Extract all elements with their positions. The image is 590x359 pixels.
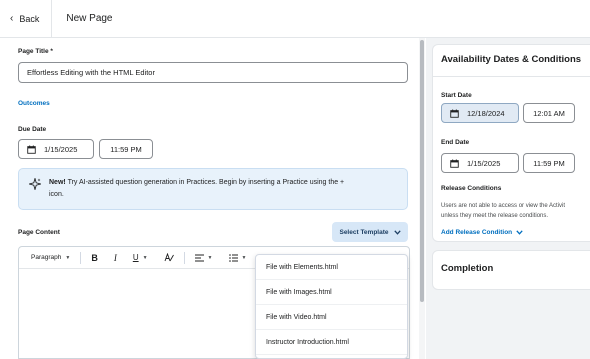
add-release-condition-button[interactable]: Add Release Condition	[441, 229, 523, 236]
template-option[interactable]: File with Video.html	[256, 305, 407, 330]
chevron-down-icon	[393, 229, 401, 235]
due-date-input[interactable]: 1/15/2025	[18, 139, 94, 159]
template-option[interactable]: File with Images.html	[256, 280, 407, 305]
title-label: Page Title *	[18, 48, 53, 55]
chevron-down-icon	[516, 230, 523, 235]
release-conditions-text: Users are not able to access or view the…	[441, 203, 566, 219]
underline-button[interactable]: U ▼	[127, 249, 154, 267]
back-label: Back	[19, 13, 40, 24]
completion-title: Completion	[441, 263, 494, 274]
title-input[interactable]: Effortless Editing with the HTML Editor	[18, 62, 408, 83]
scrollbar-thumb[interactable]	[420, 40, 424, 302]
alert-new-badge: New!	[49, 179, 66, 186]
due-date-label: Due Date	[18, 126, 47, 133]
paragraph-format-dropdown[interactable]: Paragraph ▼	[25, 249, 76, 267]
end-time-input[interactable]: 11:59 PM	[523, 153, 575, 173]
due-time-input[interactable]: 11:59 PM	[99, 139, 153, 159]
calendar-icon	[450, 158, 459, 168]
start-time-input[interactable]: 12:01 AM	[523, 103, 575, 123]
divider	[433, 76, 590, 77]
alert-text: Try AI-assisted question generation in P…	[67, 179, 345, 186]
toolbar-divider	[183, 251, 185, 264]
page-content-label: Page Content	[18, 229, 60, 236]
calendar-icon	[27, 144, 36, 154]
align-dropdown[interactable]: ▼	[189, 249, 219, 267]
page: ‹ Back New Page Page Title * Effortless …	[0, 0, 590, 359]
start-date-label: Start Date	[441, 92, 472, 99]
list-dropdown[interactable]: ▼	[223, 249, 253, 267]
template-dropdown: File with Elements.html File with Images…	[255, 254, 408, 359]
end-date-label: End Date	[441, 139, 470, 146]
scrollbar[interactable]	[419, 38, 425, 359]
calendar-icon	[450, 108, 459, 118]
toolbar-divider	[80, 251, 82, 264]
start-date-input[interactable]: 12/18/2024	[441, 103, 519, 123]
align-left-icon	[194, 254, 204, 261]
bold-button[interactable]: B	[85, 249, 104, 267]
side-panel: Availability Dates & Conditions Start Da…	[426, 38, 590, 359]
ai-alert: New! Try AI-assisted question generation…	[18, 168, 408, 210]
sparkle-icon	[29, 178, 41, 190]
end-date-input[interactable]: 1/15/2025	[441, 153, 519, 173]
release-conditions-label: Release Conditions	[441, 185, 502, 192]
template-option[interactable]: File with Elements.html	[256, 255, 407, 280]
alert-text-2: icon.	[49, 191, 64, 198]
bullet-list-icon	[228, 253, 238, 262]
completion-card[interactable]: Completion	[432, 250, 590, 290]
availability-title: Availability Dates & Conditions	[441, 54, 582, 65]
text-style-icon[interactable]	[158, 249, 180, 267]
top-bar: ‹ Back New Page	[0, 0, 590, 38]
select-template-button[interactable]: Select Template	[332, 222, 408, 242]
italic-button[interactable]: I	[108, 249, 123, 267]
template-option[interactable]: Instructor Introduction.html	[256, 330, 407, 355]
availability-card: Availability Dates & Conditions Start Da…	[432, 44, 590, 242]
back-button[interactable]: ‹ Back	[0, 0, 53, 38]
outcomes-link[interactable]: Outcomes	[18, 100, 50, 107]
chevron-left-icon: ‹	[10, 13, 14, 24]
page-title: New Page	[66, 13, 113, 24]
